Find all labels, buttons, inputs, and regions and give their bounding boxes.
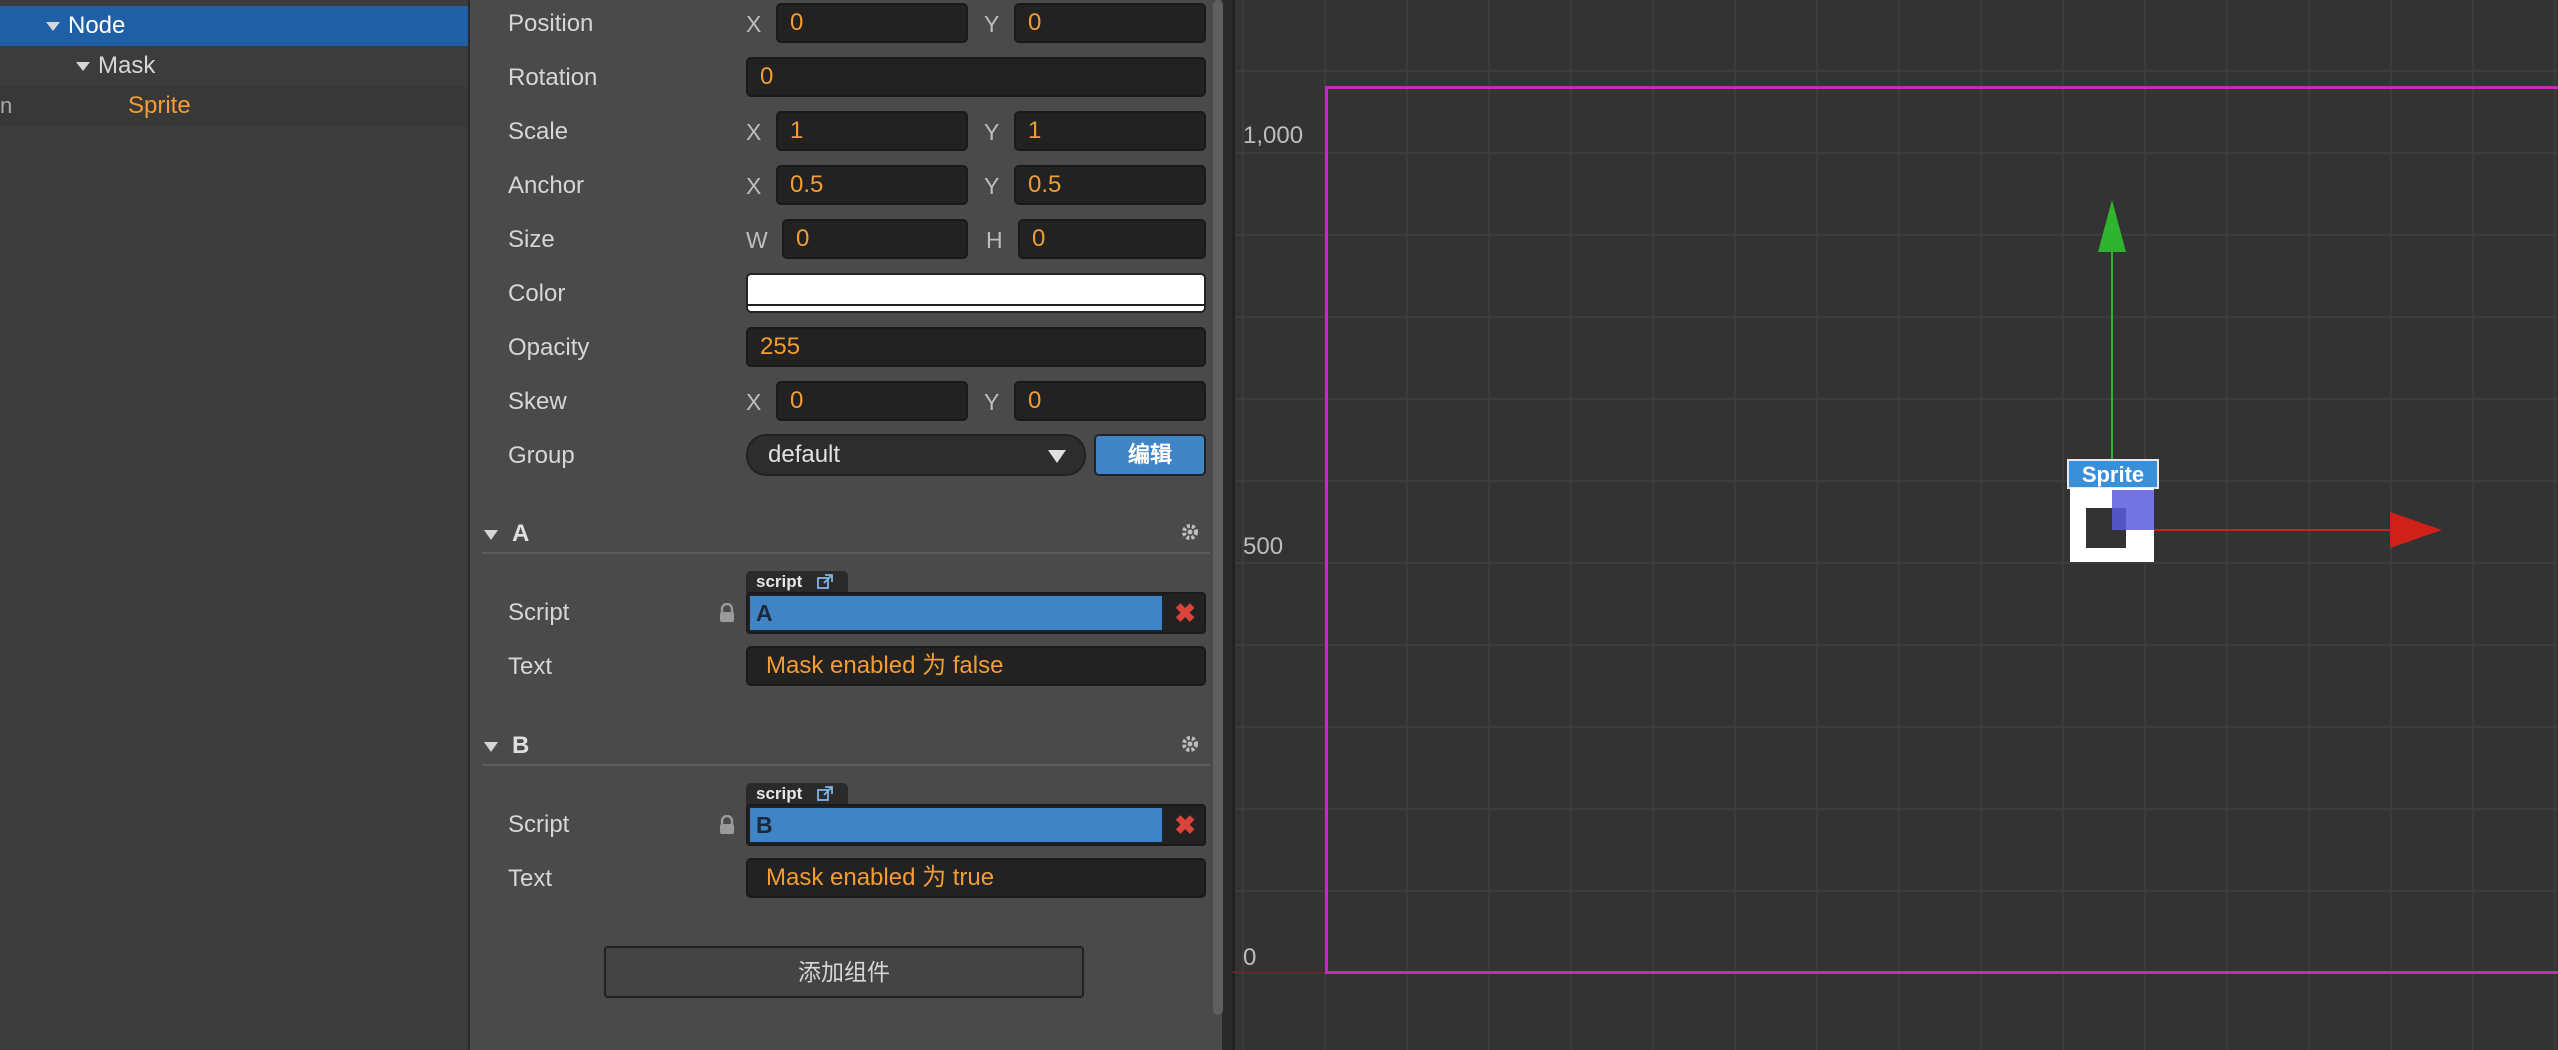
gear-icon[interactable] (1180, 734, 1200, 754)
transform-gizmo[interactable]: Sprite (2050, 190, 2470, 590)
remove-script-icon[interactable]: ✖ (1174, 598, 1196, 628)
component-title: A (512, 520, 530, 547)
external-link-icon[interactable] (817, 786, 833, 802)
position-y-axis-label: Y (984, 11, 1000, 37)
script-label: Script (508, 599, 570, 626)
y-axis-label: 1,000 (1243, 122, 1304, 149)
text-label: Text (508, 653, 553, 680)
component-title: B (512, 732, 530, 759)
script-tag-label: script (756, 784, 803, 803)
tree-node-label: Mask (98, 52, 156, 79)
group-label: Group (508, 442, 575, 469)
collapse-arrow-icon[interactable] (484, 530, 498, 540)
panel-divider[interactable] (1232, 0, 1235, 1050)
component-header-a[interactable]: A (482, 514, 1210, 554)
opacity-field[interactable]: 255 (746, 327, 1206, 367)
opacity-label: Opacity (508, 334, 590, 361)
node-name-label: Sprite (2082, 462, 2144, 487)
group-edit-button[interactable]: 编辑 (1094, 434, 1206, 476)
skew-y-field[interactable]: 0 (1014, 381, 1206, 421)
scale-y-field[interactable]: 1 (1014, 111, 1206, 151)
lock-icon (720, 815, 734, 834)
remove-script-icon[interactable]: ✖ (1174, 810, 1196, 840)
scale-x-axis-label: X (746, 119, 762, 145)
position-y-field[interactable]: 0 (1014, 3, 1206, 43)
hierarchy-panel: Node Mask n Sprite (0, 0, 468, 1050)
lock-icon (720, 603, 734, 622)
inspector-scrollbar[interactable] (1213, 0, 1223, 1015)
script-field[interactable]: B ✖ (746, 804, 1206, 846)
y-arrow-icon[interactable] (2098, 200, 2126, 252)
expand-arrow-icon[interactable] (76, 62, 90, 71)
skew-y-axis-label: Y (984, 389, 1000, 415)
size-h-axis-label: H (986, 227, 1003, 253)
script-asset-value[interactable]: A (750, 596, 1162, 630)
position-label: Position (508, 10, 594, 37)
x-arrow-icon[interactable] (2390, 512, 2442, 548)
text-field[interactable]: Mask enabled 为 true (746, 858, 1206, 898)
script-asset-value[interactable]: B (750, 808, 1162, 842)
position-x-field[interactable]: 0 (776, 3, 968, 43)
skew-label: Skew (508, 388, 567, 415)
script-label: Script (508, 811, 570, 838)
group-dropdown-value: default (768, 441, 841, 468)
skew-x-axis-label: X (746, 389, 762, 415)
scale-y-axis-label: Y (984, 119, 1000, 145)
anchor-label: Anchor (508, 172, 585, 199)
anchor-x-axis-label: X (746, 173, 762, 199)
color-swatch[interactable] (746, 273, 1206, 313)
scale-x-field[interactable]: 1 (776, 111, 968, 151)
position-x-axis-label: X (746, 11, 762, 37)
collapse-arrow-icon[interactable] (484, 742, 498, 752)
size-label: Size (508, 226, 555, 253)
color-label: Color (508, 280, 566, 307)
inspector-panel: Position X 0 Y 0 Rotation 0 Scale X 1 Y … (470, 0, 1222, 1050)
y-axis-label: 0 (1243, 944, 1257, 971)
component-header-b[interactable]: B (482, 726, 1210, 766)
dropdown-caret-icon (1048, 450, 1066, 463)
scale-label: Scale (508, 118, 569, 145)
tree-node-node[interactable]: Node (0, 6, 468, 46)
anchor-y-field[interactable]: 0.5 (1014, 165, 1206, 205)
add-component-button[interactable]: 添加组件 (604, 946, 1084, 998)
expand-arrow-icon[interactable] (46, 22, 60, 31)
y-axis-label: 500 (1243, 533, 1284, 560)
script-tag: script (746, 783, 848, 805)
script-tag-label: script (756, 572, 803, 591)
tree-node-label: Sprite (128, 92, 191, 119)
text-label: Text (508, 865, 553, 892)
rotation-field[interactable]: 0 (746, 57, 1206, 97)
anchor-x-field[interactable]: 0.5 (776, 165, 968, 205)
skew-x-field[interactable]: 0 (776, 381, 968, 421)
rect-scale-handle[interactable] (2112, 490, 2154, 530)
size-w-axis-label: W (746, 227, 768, 253)
script-field[interactable]: A ✖ (746, 592, 1206, 634)
text-field[interactable]: Mask enabled 为 false (746, 646, 1206, 686)
group-dropdown[interactable]: default (746, 434, 1086, 476)
rotation-label: Rotation (508, 64, 598, 91)
tree-node-sprite[interactable]: n Sprite (0, 86, 468, 126)
tree-node-label: Node (68, 12, 126, 39)
size-h-field[interactable]: 0 (1018, 219, 1206, 259)
tree-node-mask[interactable]: Mask (0, 46, 468, 86)
external-link-icon[interactable] (817, 574, 833, 590)
gear-icon[interactable] (1180, 522, 1200, 542)
script-tag: script (746, 571, 848, 593)
anchor-y-axis-label: Y (984, 173, 1000, 199)
size-w-field[interactable]: 0 (782, 219, 968, 259)
clipped-label: n (0, 93, 13, 118)
